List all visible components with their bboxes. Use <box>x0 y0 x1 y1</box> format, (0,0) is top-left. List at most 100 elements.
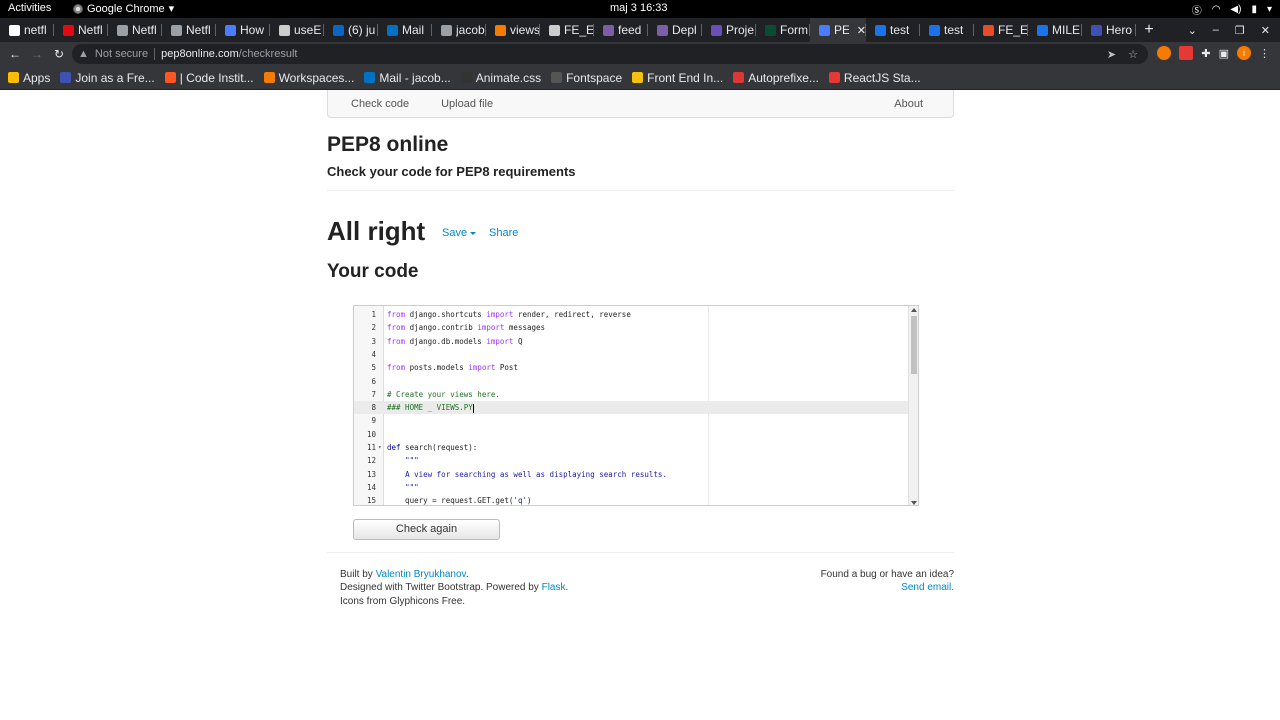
app-menu[interactable]: Google Chrome ▾ <box>73 2 174 15</box>
tab-search-icon[interactable]: ⌄ <box>1188 24 1197 37</box>
code-editor[interactable]: 1 from django.shortcuts import render, re… <box>353 305 919 506</box>
bookmark-label: Autoprefixe... <box>748 70 819 85</box>
browser-tab[interactable]: views <box>486 18 540 42</box>
code-line[interactable]: 1 from django.shortcuts import render, re… <box>354 308 910 321</box>
code-line[interactable]: 6 <box>354 375 910 388</box>
check-again-button[interactable]: Check again <box>353 519 500 540</box>
code-line[interactable]: 15 query = request.GET.get('q') <box>354 494 910 505</box>
browser-tab[interactable]: Depl <box>648 18 702 42</box>
browser-tab[interactable]: FE_E <box>540 18 594 42</box>
battery-icon[interactable]: ▮ <box>1251 4 1257 15</box>
send-icon[interactable]: ➤ <box>1107 48 1116 61</box>
not-secure-label[interactable]: Not secure <box>95 48 148 60</box>
reload-icon[interactable]: ↻ <box>48 47 70 61</box>
code-line[interactable]: 10 <box>354 428 910 441</box>
line-number: 4 <box>371 349 376 359</box>
maximize-icon[interactable]: ❐ <box>1235 24 1245 37</box>
code-text: from django.shortcuts import render, red… <box>387 310 631 319</box>
bookmark-item[interactable]: ReactJS Sta... <box>828 71 921 85</box>
close-tab-icon[interactable]: ✕ <box>857 24 866 37</box>
browser-tab[interactable]: Hero <box>1082 18 1136 42</box>
minimize-icon[interactable]: – <box>1213 24 1219 37</box>
code-line[interactable]: 8 ### HOME _ VIEWS.PY <box>354 401 910 415</box>
nav-check-code[interactable]: Check code <box>351 98 409 110</box>
bookmark-item[interactable]: Autoprefixe... <box>733 71 819 85</box>
fold-arrow-icon[interactable]: ▾ <box>378 441 382 454</box>
editor-scrollbar[interactable] <box>908 306 918 505</box>
bookmark-item[interactable]: | Code Instit... <box>164 71 254 85</box>
code-line[interactable]: 5 from posts.models import Post <box>354 361 910 374</box>
nav-upload-file[interactable]: Upload file <box>441 98 493 110</box>
chevron-down-icon: ▾ <box>168 3 175 15</box>
activities-button[interactable]: Activities <box>8 2 51 14</box>
profile-avatar[interactable]: i <box>1237 46 1251 60</box>
calendar-extension-icon[interactable] <box>1179 46 1194 60</box>
nav-about[interactable]: About <box>894 98 923 110</box>
browser-tab[interactable]: FE_E <box>974 18 1028 42</box>
browser-tab[interactable]: test <box>920 18 974 42</box>
share-link[interactable]: Share <box>489 227 518 239</box>
browser-tab[interactable]: MILE <box>1028 18 1082 42</box>
sidebar-icon[interactable]: ▣ <box>1219 47 1229 60</box>
code-line[interactable]: 3 from django.db.models import Q <box>354 335 910 348</box>
code-line[interactable]: 9 <box>354 414 910 427</box>
code-line[interactable]: 2 from django.contrib import messages <box>354 321 910 334</box>
browser-tab[interactable]: test <box>866 18 920 42</box>
address-bar[interactable]: ▲ Not secure pep8online.com/checkresult … <box>72 44 1148 64</box>
scroll-up-icon[interactable] <box>911 308 917 312</box>
clock[interactable]: maj 3 16:33 <box>610 2 667 14</box>
browser-tab[interactable]: How <box>216 18 270 42</box>
power-menu-icon[interactable]: ▾ <box>1267 4 1272 15</box>
wifi-icon[interactable]: ◠ <box>1212 4 1221 15</box>
bookmark-item[interactable]: Join as a Fre... <box>60 71 155 85</box>
forward-icon[interactable]: → <box>26 47 48 61</box>
browser-tab[interactable]: Netfl <box>108 18 162 42</box>
bookmark-item[interactable]: Front End In... <box>632 71 723 85</box>
browser-tab[interactable]: Netfl <box>162 18 216 42</box>
bookmark-item[interactable]: Workspaces... <box>263 71 354 85</box>
divider <box>327 190 954 191</box>
kebab-menu-icon[interactable]: ⋮ <box>1259 47 1270 60</box>
star-icon[interactable]: ☆ <box>1128 48 1138 61</box>
code-line[interactable]: 4 <box>354 348 910 361</box>
bookmark-favicon-icon <box>733 72 745 83</box>
grammarly-extension-icon[interactable] <box>1157 46 1172 60</box>
bookmark-item[interactable]: Fontspace <box>551 71 622 85</box>
close-window-icon[interactable]: ✕ <box>1261 24 1270 37</box>
browser-tab[interactable]: Proje <box>702 18 756 42</box>
code-line[interactable]: 11 ▾ def search(request): <box>354 441 910 454</box>
code-line[interactable]: 14 """ <box>354 481 910 494</box>
browser-tab[interactable]: Form <box>756 18 810 42</box>
code-line[interactable]: 12 """ <box>354 454 910 467</box>
bookmark-item[interactable]: Mail - jacob... <box>364 71 451 85</box>
save-dropdown[interactable]: Save <box>442 227 477 239</box>
tab-favicon-icon <box>603 24 614 36</box>
puzzle-icon[interactable]: ✚ <box>1201 47 1210 60</box>
author-link[interactable]: Valentin Bryukhanov <box>376 569 466 580</box>
browser-tab[interactable]: Netfl <box>54 18 108 42</box>
browser-tab[interactable]: useE <box>270 18 324 42</box>
send-email-link[interactable]: Send email. <box>821 581 954 594</box>
flask-link[interactable]: Flask <box>542 582 566 593</box>
browser-tab[interactable]: feed <box>594 18 648 42</box>
back-icon[interactable]: ← <box>4 47 26 61</box>
tab-label: useE <box>294 23 322 37</box>
scrollbar-thumb[interactable] <box>911 316 917 374</box>
browser-tab[interactable]: PE ✕ <box>810 18 866 42</box>
system-tray[interactable]: Ⓢ ◠ ◀) ▮ ▾ <box>1192 2 1272 17</box>
bookmark-item[interactable]: Apps <box>8 71 50 85</box>
url-text[interactable]: pep8online.com/checkresult <box>161 48 297 60</box>
new-tab-button[interactable]: + <box>1136 21 1162 39</box>
code-line[interactable]: 7 # Create your views here. <box>354 388 910 401</box>
warning-icon[interactable]: ▲ <box>78 48 89 60</box>
volume-icon[interactable]: ◀) <box>1230 4 1241 15</box>
browser-tab[interactable]: netfl <box>0 18 54 42</box>
code-line[interactable]: 13 A view for searching as well as displ… <box>354 468 910 481</box>
bookmark-item[interactable]: Animate.css <box>460 71 541 85</box>
browser-tab[interactable]: Mail <box>378 18 432 42</box>
skype-icon[interactable]: Ⓢ <box>1192 2 1202 17</box>
scroll-down-icon[interactable] <box>911 501 917 505</box>
browser-tab[interactable]: (6) ju <box>324 18 378 42</box>
your-code-heading: Your code <box>327 261 419 282</box>
browser-tab[interactable]: jacob <box>432 18 486 42</box>
